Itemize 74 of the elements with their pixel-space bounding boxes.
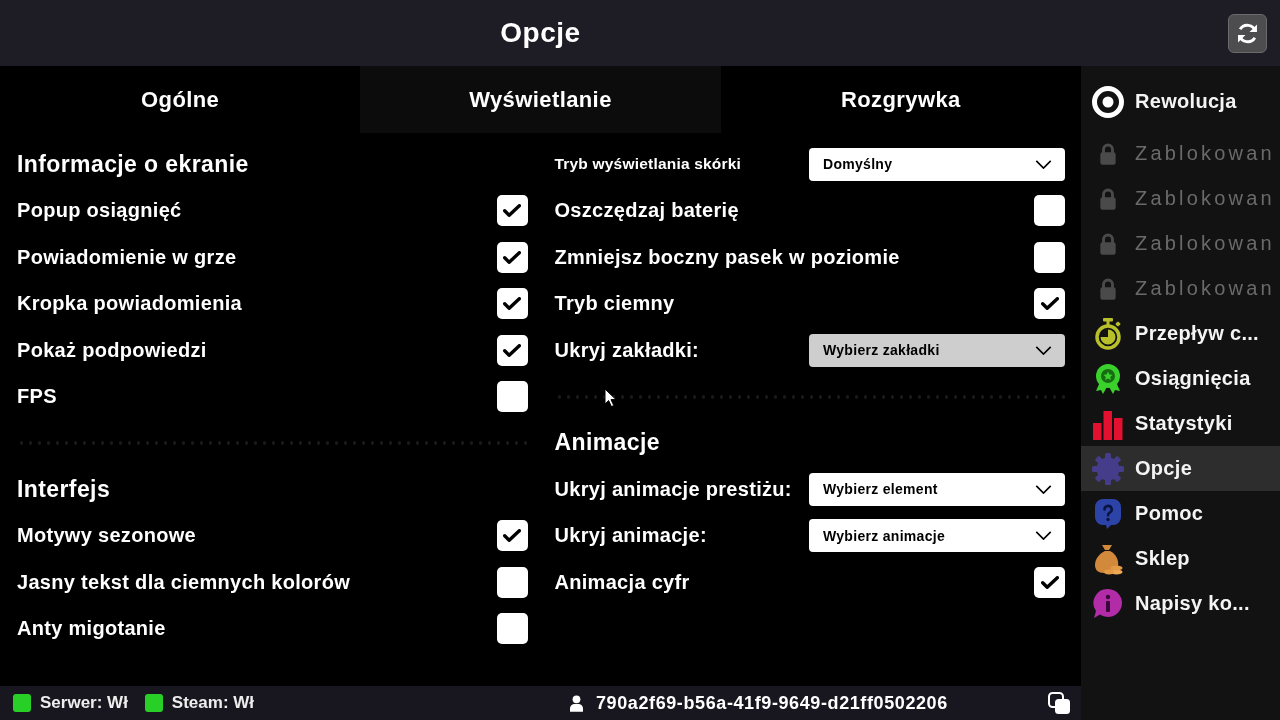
checkbox[interactable] bbox=[496, 381, 528, 413]
sidebar-item[interactable]: Rewolucja bbox=[1081, 79, 1280, 124]
info-icon bbox=[1092, 587, 1124, 620]
lock-icon bbox=[1099, 142, 1117, 165]
checkmark-icon bbox=[1040, 297, 1059, 311]
setting-label: Tryb ciemny bbox=[554, 292, 675, 316]
checkmark-icon bbox=[503, 343, 521, 357]
setting-label: Ukryj animacje prestiżu: bbox=[554, 477, 792, 501]
setting-label: Oszczędzaj baterię bbox=[554, 199, 739, 223]
user-icon bbox=[570, 694, 583, 712]
setting-label: Motywy sezonowe bbox=[17, 524, 196, 548]
status-text: Serwer: Wł bbox=[40, 693, 128, 713]
lock-icon bbox=[1099, 277, 1117, 300]
status-text: Steam: Wł bbox=[171, 693, 255, 713]
checkmark-icon bbox=[503, 250, 521, 264]
setting-label: Kropka powiadomienia bbox=[17, 292, 242, 316]
dropdown[interactable]: Wybierz element bbox=[809, 472, 1065, 506]
setting-label: Zmniejsz boczny pasek w poziomie bbox=[554, 245, 900, 269]
settings-icon bbox=[1092, 452, 1124, 485]
sidebar-item[interactable]: Osiągnięcia bbox=[1081, 356, 1280, 401]
checkbox[interactable] bbox=[496, 566, 528, 598]
chevron-down-icon bbox=[1035, 531, 1052, 541]
chevron-down-icon bbox=[1035, 159, 1052, 169]
mouse-pointer-icon bbox=[604, 388, 617, 408]
checkbox[interactable] bbox=[496, 520, 528, 552]
setting-label: Pokaż podpowiedzi bbox=[17, 338, 207, 362]
checkbox[interactable] bbox=[1034, 288, 1065, 320]
stopwatch-icon bbox=[1092, 317, 1124, 350]
sidebar-item[interactable]: Napisy ko... bbox=[1081, 581, 1280, 626]
chevron-down-icon bbox=[1035, 345, 1052, 355]
setting-label: FPS bbox=[17, 385, 57, 409]
checkmark-icon bbox=[1040, 575, 1059, 589]
section-heading: Informacje o ekranie bbox=[17, 150, 249, 178]
setting-label: Tryb wyświetlania skórki bbox=[554, 155, 742, 174]
page-title: Opcje bbox=[500, 17, 581, 49]
checkbox[interactable] bbox=[496, 241, 528, 273]
refresh-button[interactable] bbox=[1228, 14, 1267, 53]
section-heading: Animacje bbox=[554, 429, 660, 457]
sidebar-item[interactable]: Przepływ c... bbox=[1081, 311, 1280, 356]
copy-icon bbox=[1048, 692, 1070, 714]
setting-label: Popup osiągnięć bbox=[17, 199, 182, 223]
checkbox[interactable] bbox=[496, 613, 528, 645]
help-icon bbox=[1092, 497, 1124, 530]
copy-button[interactable] bbox=[1048, 692, 1070, 714]
lock-icon bbox=[1099, 187, 1117, 210]
dropdown[interactable]: Domyślny bbox=[809, 147, 1065, 181]
user-id-text: 790a2f69-b56a-41f9-9649-d21ff0502206 bbox=[596, 692, 948, 714]
setting-label: Powiadomienie w grze bbox=[17, 245, 237, 269]
checkbox[interactable] bbox=[1034, 241, 1065, 273]
checkmark-icon bbox=[503, 204, 521, 218]
chevron-down-icon bbox=[1035, 484, 1052, 494]
setting-label: Anty migotanie bbox=[17, 617, 166, 641]
tab[interactable]: Wyświetlanie bbox=[360, 66, 721, 133]
sidebar-item[interactable]: Opcje bbox=[1081, 446, 1280, 491]
checkbox[interactable] bbox=[1034, 566, 1065, 598]
checkmark-icon bbox=[503, 297, 521, 311]
checkbox[interactable] bbox=[1034, 195, 1065, 227]
checkmark-icon bbox=[503, 529, 521, 543]
setting-label: Animacja cyfr bbox=[554, 570, 690, 594]
checkbox[interactable] bbox=[496, 334, 528, 366]
sidebar-item[interactable]: Statystyki bbox=[1081, 401, 1280, 446]
lock-icon bbox=[1099, 232, 1117, 255]
setting-label: Jasny tekst dla ciemnych kolorów bbox=[17, 570, 351, 594]
sidebar-item[interactable]: Sklep bbox=[1081, 536, 1280, 581]
refresh-icon bbox=[1237, 23, 1258, 44]
money-bag-icon bbox=[1092, 542, 1124, 575]
setting-label: Ukryj animacje: bbox=[554, 524, 707, 548]
section-heading: Interfejs bbox=[17, 475, 111, 503]
target-icon bbox=[1092, 85, 1124, 118]
checkbox[interactable] bbox=[496, 288, 528, 320]
checkbox[interactable] bbox=[496, 195, 528, 227]
setting-label: Ukryj zakładki: bbox=[554, 338, 700, 362]
dropdown[interactable]: Wybierz animacje bbox=[809, 519, 1065, 553]
sidebar-item[interactable]: Pomoc bbox=[1081, 491, 1280, 536]
